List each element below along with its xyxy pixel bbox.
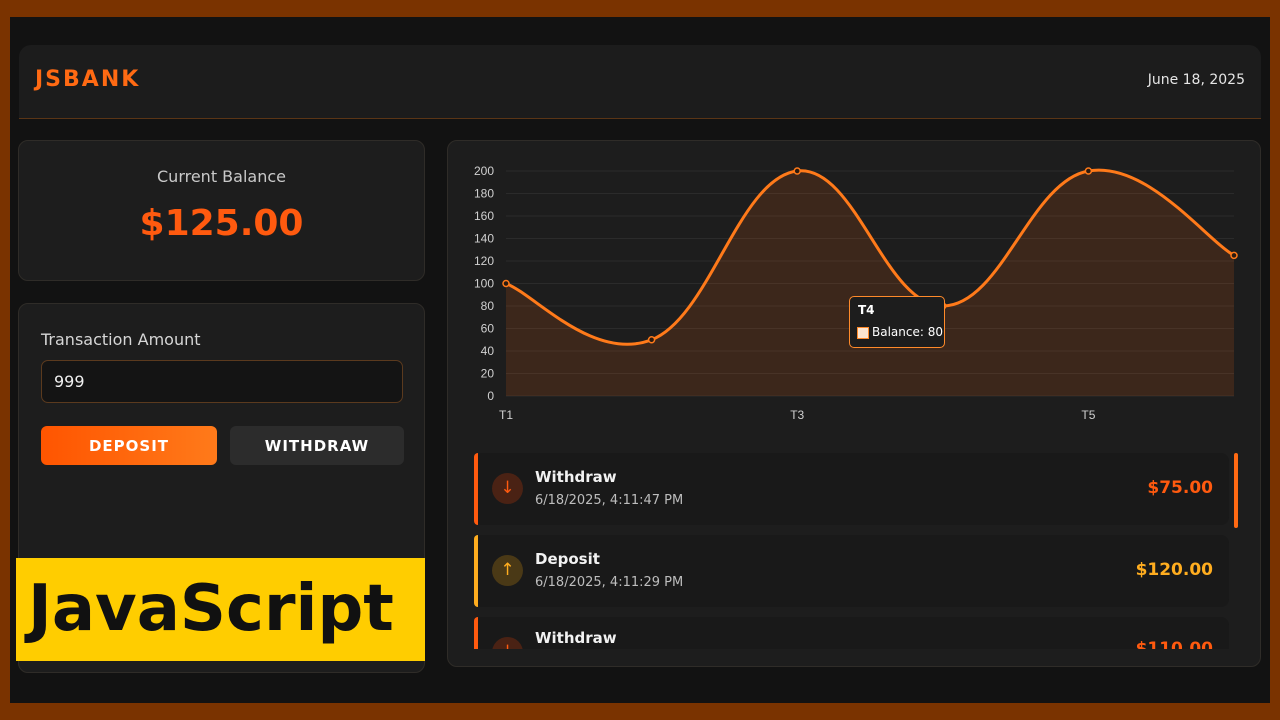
data-point-T3[interactable] [793,167,801,175]
transaction-type: Deposit [535,550,600,568]
arrow-down-icon: ↓ [492,637,523,649]
transaction-amount: $120.00 [1135,560,1213,580]
balance-label: Current Balance [157,167,286,186]
arrow-up-icon: ↑ [492,555,523,586]
transaction-type: Withdraw [535,629,617,647]
transaction-item[interactable]: ↑ Deposit 6/18/2025, 4:11:29 PM $120.00 [474,535,1229,607]
app-screen: JSBANK June 18, 2025 Current Balance $12… [10,17,1270,703]
balance-card: Current Balance $125.00 [18,140,425,281]
balance-value: $125.00 [139,203,304,244]
transaction-list-scrollbar[interactable] [1234,453,1238,528]
y-tick-label: 120 [474,254,494,268]
x-axis: T1 T3 T5 [499,408,1096,422]
current-date: June 18, 2025 [1147,72,1245,88]
y-tick-label: 20 [481,367,495,381]
tooltip-text: Balance: 80 [872,325,943,339]
y-tick-label: 100 [474,277,494,291]
transaction-accent-bar [474,535,478,607]
transaction-amount-label: Transaction Amount [41,330,201,349]
app-header: JSBANK June 18, 2025 [19,45,1261,119]
data-point-T2[interactable] [647,336,656,344]
arrow-down-icon: ↓ [492,473,523,504]
transaction-accent-bar [474,617,478,649]
tooltip-swatch [857,327,869,339]
y-tick-label: 200 [474,164,494,178]
balance-chart: 0 20 40 60 80 100 120 140 160 180 200 T1 T3 T5 [474,164,1238,422]
transaction-type: Withdraw [535,468,617,486]
y-tick-label: 0 [487,389,494,403]
data-point-T6[interactable] [1230,251,1238,260]
transaction-item[interactable]: ↓ Withdraw 6/18/2025, 4:11:47 PM $75.00 [474,453,1229,525]
y-tick-label: 40 [481,344,495,358]
withdraw-button[interactable]: WITHDRAW [230,426,404,465]
x-tick-label: T5 [1081,408,1095,422]
data-point-T5[interactable] [1084,167,1093,175]
transaction-item[interactable]: ↓ Withdraw $110.00 [474,617,1229,649]
x-tick-label: T3 [790,408,804,422]
transaction-amount: $110.00 [1135,639,1213,649]
transaction-accent-bar [474,453,478,525]
transaction-time: 6/18/2025, 4:11:29 PM [535,575,684,590]
javascript-banner-text: JavaScript [28,572,394,646]
transaction-amount-input[interactable] [41,360,403,403]
transaction-list[interactable]: ↓ Withdraw 6/18/2025, 4:11:47 PM $75.00 … [474,453,1244,649]
y-axis: 0 20 40 60 80 100 120 140 160 180 200 [474,164,494,403]
chart-tooltip: T4 Balance: 80 [849,296,945,348]
transaction-time: 6/18/2025, 4:11:47 PM [535,493,684,508]
x-tick-label: T1 [499,408,513,422]
y-tick-label: 180 [474,187,494,201]
chart-panel: 0 20 40 60 80 100 120 140 160 180 200 T1 T3 T5 T4 Ba… [447,140,1261,667]
brand-logo[interactable]: JSBANK [35,67,140,92]
javascript-banner: JavaScript [16,558,425,661]
y-tick-label: 140 [474,232,494,246]
tooltip-title: T4 [858,303,875,317]
transaction-amount: $75.00 [1147,478,1213,498]
y-tick-label: 80 [481,299,495,313]
y-tick-label: 60 [481,322,495,336]
data-point-T1[interactable] [502,279,510,288]
y-tick-label: 160 [474,209,494,223]
deposit-button[interactable]: DEPOSIT [41,426,217,465]
